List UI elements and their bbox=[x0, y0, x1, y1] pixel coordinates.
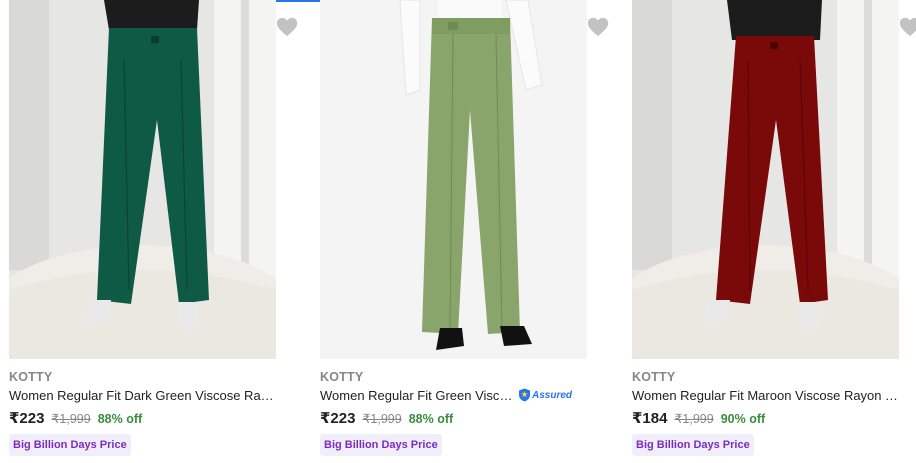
price-row: ₹223 ₹1,999 88% off bbox=[9, 409, 142, 427]
discount-label: 88% off bbox=[97, 412, 143, 426]
product-brand: KOTTY bbox=[632, 370, 676, 384]
offer-badge: Big Billion Days Price bbox=[9, 434, 131, 456]
product-title[interactable]: Women Regular Fit Dark Green Viscose Ray… bbox=[9, 388, 275, 403]
product-brand: KOTTY bbox=[320, 370, 364, 384]
product-image[interactable] bbox=[632, 0, 899, 359]
selling-price: ₹184 bbox=[632, 410, 668, 427]
offer-badge-label: Big Billion Days Price bbox=[13, 439, 127, 451]
price-row: ₹184 ₹1,999 90% off bbox=[632, 409, 765, 427]
product-card[interactable]: KOTTY Women Regular Fit Maroon Viscose R… bbox=[623, 0, 916, 463]
wishlist-button[interactable] bbox=[897, 14, 916, 40]
selling-price: ₹223 bbox=[9, 410, 45, 427]
heart-icon bbox=[586, 16, 610, 38]
wishlist-button[interactable] bbox=[585, 14, 611, 40]
product-image[interactable] bbox=[9, 0, 276, 359]
original-price: ₹1,999 bbox=[362, 412, 402, 426]
product-grid: KOTTY Women Regular Fit Dark Green Visco… bbox=[0, 0, 916, 463]
assured-label: Assured bbox=[532, 389, 573, 401]
selling-price: ₹223 bbox=[320, 410, 356, 427]
assured-badge: Assured bbox=[518, 388, 572, 402]
original-price: ₹1,999 bbox=[674, 412, 714, 426]
product-card[interactable]: KOTTY Women Regular Fit Dark Green Visco… bbox=[0, 0, 300, 463]
product-brand: KOTTY bbox=[9, 370, 53, 384]
heart-icon bbox=[898, 16, 916, 38]
product-photo-green-trousers bbox=[320, 0, 587, 359]
product-photo-dark-green-trousers bbox=[9, 0, 276, 359]
heart-icon bbox=[275, 16, 299, 38]
price-row: ₹223 ₹1,999 88% off bbox=[320, 409, 453, 427]
product-title[interactable]: Women Regular Fit Maroon Viscose Rayon T… bbox=[632, 388, 898, 403]
product-photo-maroon-trousers bbox=[632, 0, 899, 359]
offer-badge-label: Big Billion Days Price bbox=[324, 439, 438, 451]
discount-label: 88% off bbox=[408, 412, 454, 426]
offer-badge: Big Billion Days Price bbox=[320, 434, 442, 456]
assured-shield-icon bbox=[519, 388, 530, 402]
offer-badge-label: Big Billion Days Price bbox=[636, 439, 750, 451]
discount-label: 90% off bbox=[720, 412, 766, 426]
wishlist-button[interactable] bbox=[274, 14, 300, 40]
original-price: ₹1,999 bbox=[51, 412, 91, 426]
offer-badge: Big Billion Days Price bbox=[632, 434, 754, 456]
product-card[interactable]: KOTTY Women Regular Fit Green Viscose Ra… bbox=[311, 0, 611, 463]
product-title[interactable]: Women Regular Fit Green Viscose Rayon Tr… bbox=[320, 388, 516, 403]
product-image[interactable] bbox=[320, 0, 587, 359]
